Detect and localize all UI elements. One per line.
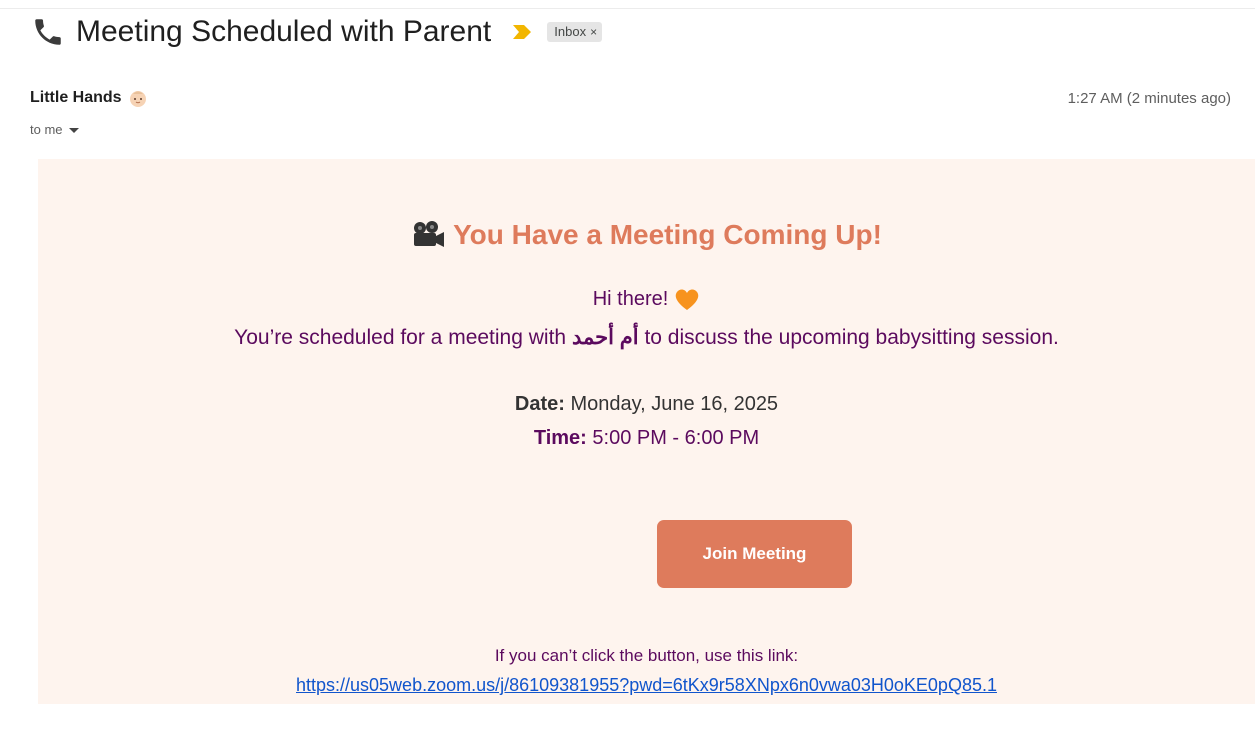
meeting-intro: You’re scheduled for a meeting with أم أ…	[38, 325, 1255, 350]
subject-row: Meeting Scheduled with Parent Inbox ×	[30, 12, 603, 52]
remove-label-button[interactable]: ×	[590, 25, 597, 39]
email-timestamp: 1:27 AM (2 minutes ago)	[1067, 90, 1231, 107]
top-divider	[0, 0, 1255, 9]
zoom-meeting-link[interactable]: https://us05web.zoom.us/j/86109381955?pw…	[296, 675, 997, 695]
email-subject: Meeting Scheduled with Parent	[76, 15, 492, 48]
greeting-text: Hi there!	[592, 287, 669, 310]
baby-icon	[128, 88, 148, 108]
recipient-text: to me	[30, 122, 63, 137]
join-meeting-button[interactable]: Join Meeting	[657, 520, 852, 588]
heart-icon	[674, 287, 700, 311]
movie-camera-icon	[411, 220, 445, 250]
time-value: 5:00 PM - 6:00 PM	[592, 427, 760, 449]
parent-name: أم أحمد	[571, 326, 639, 349]
time-label: Time:	[533, 427, 587, 449]
recipient-details-toggle[interactable]: to me	[30, 122, 79, 137]
meeting-time: Time: 5:00 PM - 6:00 PM	[38, 427, 1255, 450]
intro-after: to discuss the upcoming babysitting sess…	[644, 326, 1059, 349]
inbox-label-chip: Inbox ×	[547, 22, 603, 42]
greeting: Hi there!	[38, 287, 1255, 311]
importance-marker-icon[interactable]	[513, 24, 532, 40]
date-value: Monday, June 16, 2025	[570, 393, 779, 415]
heading-text: You Have a Meeting Coming Up!	[453, 219, 882, 250]
chevron-down-icon[interactable]	[68, 128, 79, 133]
meeting-heading: You Have a Meeting Coming Up!	[38, 219, 1255, 251]
intro-before: You’re scheduled for a meeting with	[234, 326, 567, 349]
fallback-text: If you can’t click the button, use this …	[494, 646, 799, 665]
phone-icon	[30, 14, 66, 50]
date-label: Date:	[514, 393, 565, 415]
meeting-date: Date: Monday, June 16, 2025	[38, 393, 1255, 416]
label-text: Inbox	[554, 24, 587, 39]
sender-name[interactable]: Little Hands	[30, 89, 122, 107]
sender-row: Little Hands	[30, 88, 148, 108]
email-body: You Have a Meeting Coming Up! Hi there! …	[38, 159, 1255, 704]
zoom-link-row: https://us05web.zoom.us/j/86109381955?pw…	[38, 675, 1255, 696]
